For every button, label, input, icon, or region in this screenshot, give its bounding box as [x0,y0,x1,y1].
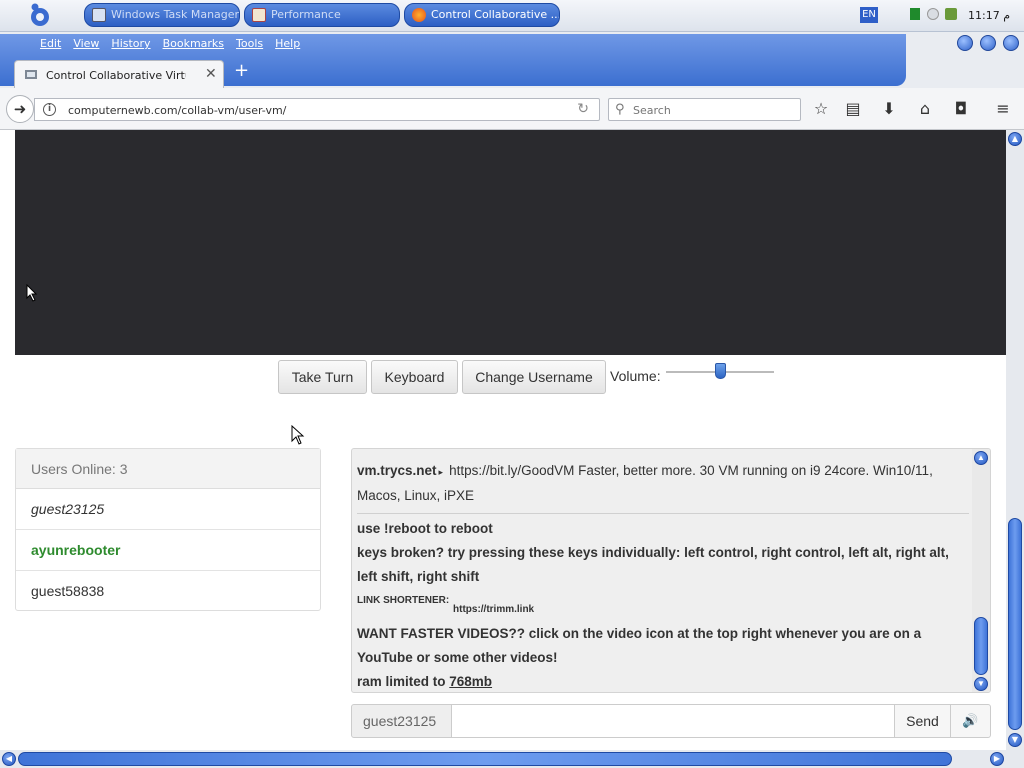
back-button[interactable]: ➜ [6,95,34,123]
vm-mouse-cursor-icon [26,284,38,302]
volume-slider-thumb[interactable] [715,363,726,379]
chat-message: ram limited to 768mb [357,670,969,692]
scroll-down-icon[interactable]: ▼ [974,677,988,691]
chat-message-input[interactable] [451,704,895,738]
chat-motd: vm.trycs.net ▸ https://bit.ly/GoodVM Faste… [357,459,969,508]
taskbar-item-label: Performance [271,8,341,21]
downloads-icon[interactable]: ⬇ [878,98,900,120]
collabvm-favicon-icon [25,70,37,79]
chat-message: LINK SHORTENER: https://trimm.link [357,589,969,622]
start-menu-logo-icon[interactable] [26,2,52,30]
chat-input-row: guest23125 Send 🔊 [351,704,991,738]
keyboard-button[interactable]: Keyboard [371,360,458,394]
chat-motd-arrow: ▸ [438,467,444,477]
user-list-item[interactable]: guest58838 [16,571,320,612]
link-shortener-url[interactable]: https://trimm.link [453,604,534,615]
url-text: computernewb.com/collab-vm/user-vm/ [68,104,287,117]
speaker-icon: 🔊 [962,713,979,728]
search-icon: ⚲ [615,102,625,117]
volume-tray-icon[interactable] [945,8,957,20]
chat-scroll-thumb[interactable] [974,617,988,675]
menu-view[interactable]: View [73,36,99,54]
navigation-bar: ➜ i computernewb.com/collab-vm/user-vm/ … [0,88,1024,130]
change-username-button[interactable]: Change Username [462,360,606,394]
search-input[interactable] [633,102,793,118]
menu-bookmarks[interactable]: Bookmarks [163,36,224,54]
taskbar-item-firefox[interactable]: Control Collaborative ... [404,3,560,27]
home-icon[interactable]: ⌂ [914,98,936,120]
chat-motd-host: vm.trycs.net [357,463,437,478]
volume-label: Volume: [610,368,661,384]
chat-message: keys broken? try pressing these keys ind… [357,545,949,584]
pocket-icon[interactable]: ◘ [950,98,972,120]
back-arrow-icon: ➜ [13,100,27,118]
mouse-cursor-icon [291,425,305,445]
chat-username-label: guest23125 [351,704,452,738]
chat-motd-text: https://bit.ly/GoodVM Faster, better mor… [357,463,933,503]
user-list-item[interactable]: ayunrebooter [16,530,320,571]
firefox-icon [412,8,426,22]
page-horizontal-scrollbar[interactable]: ◀ ▶ [0,750,1024,768]
vm-display[interactable] [15,130,1006,355]
chat-divider [357,513,969,514]
page-vertical-scrollbar[interactable]: ▲ ▼ [1006,130,1024,750]
site-info-icon[interactable]: i [43,103,56,116]
network-icon[interactable] [910,8,920,20]
page-scroll-left-icon[interactable]: ◀ [2,752,16,766]
performance-icon [252,8,266,22]
chat-scrollbar[interactable]: ▲ ▼ [972,449,990,692]
menu-help[interactable]: Help [275,36,300,54]
search-box[interactable]: ⚲ [608,98,801,121]
reload-icon[interactable]: ↻ [577,101,589,117]
chat-messages: vm.trycs.net ▸ https://bit.ly/GoodVM Faste… [357,459,969,692]
new-tab-icon[interactable]: + [234,62,249,80]
page-vscroll-thumb[interactable] [1008,518,1022,730]
status-icon[interactable] [927,8,939,20]
chat-sound-toggle[interactable]: 🔊 [950,704,991,738]
menu-history[interactable]: History [111,36,150,54]
users-online-header: Users Online: 3 [16,449,320,489]
link-shortener-label: LINK SHORTENER: [357,595,450,606]
taskbar-item-performance[interactable]: Performance [244,3,400,27]
taskbar-item-task-manager[interactable]: Windows Task Manager [84,3,240,27]
menu-edit[interactable]: Edit [40,36,61,54]
user-list-item[interactable]: guest23125 [16,489,320,530]
ram-limit-value[interactable]: 768mb [449,674,492,689]
language-indicator[interactable]: EN [860,7,878,23]
url-bar[interactable]: i computernewb.com/collab-vm/user-vm/ ↻ [34,98,600,121]
clock[interactable]: 11:17 م [968,9,1010,22]
tabstrip: Control Collaborative Virtual ... ✕ + [0,54,1024,90]
tab-active[interactable]: Control Collaborative Virtual ... ✕ [14,60,224,90]
taskbar: Windows Task Manager Performance Control… [0,0,1024,32]
minimize-button[interactable] [957,35,973,51]
chat-message: use !reboot to reboot [357,521,493,536]
reading-list-icon[interactable]: ▤ [842,98,864,120]
maximize-button[interactable] [980,35,996,51]
browser-chrome: Edit View History Bookmarks Tools Help C… [0,32,1024,130]
page-hscroll-thumb[interactable] [18,752,952,766]
tab-close-icon[interactable]: ✕ [205,66,217,82]
tab-title: Control Collaborative Virtual ... [46,69,186,82]
page-scroll-down-icon[interactable]: ▼ [1008,733,1022,747]
send-button[interactable]: Send [894,704,951,738]
take-turn-button[interactable]: Take Turn [278,360,367,394]
chat-message: WANT FASTER VIDEOS?? click on the video … [357,626,922,666]
close-window-button[interactable] [1003,35,1019,51]
bookmark-star-icon[interactable]: ☆ [810,98,832,120]
scroll-up-icon[interactable]: ▲ [974,451,988,465]
hamburger-menu-icon[interactable]: ≡ [992,98,1014,120]
menubar: Edit View History Bookmarks Tools Help [40,36,312,54]
users-online-panel: Users Online: 3 guest23125 ayunrebooter … [15,448,321,611]
task-manager-icon [92,8,106,22]
page-content: Take Turn Keyboard Change Username Volum… [0,130,1006,750]
taskbar-item-label: Control Collaborative ... [431,8,560,21]
page-scroll-right-icon[interactable]: ▶ [990,752,1004,766]
page-scroll-up-icon[interactable]: ▲ [1008,132,1022,146]
chat-panel: vm.trycs.net ▸ https://bit.ly/GoodVM Faste… [351,448,991,693]
ram-limit-text: ram limited to [357,674,446,690]
menu-tools[interactable]: Tools [236,36,263,54]
taskbar-item-label: Windows Task Manager [111,8,240,21]
